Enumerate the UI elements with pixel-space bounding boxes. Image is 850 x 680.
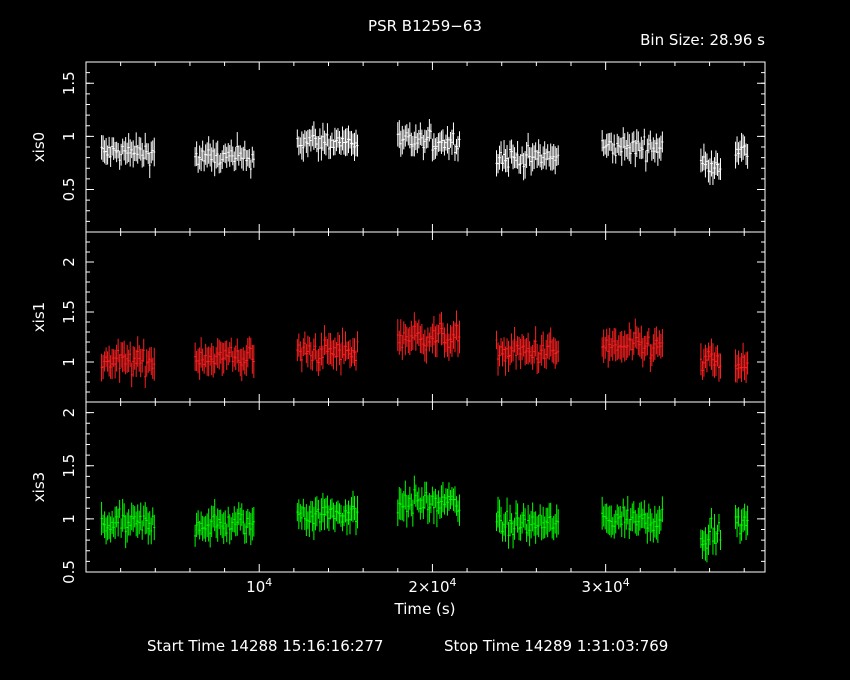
lightcurve-chart: PSR B1259−63 Bin Size: 28.96 s 0.5 1 1.5 xi…: [30, 17, 766, 655]
chart-title: PSR B1259−63: [368, 17, 482, 35]
y-tick-label: 1: [60, 132, 78, 142]
panels: 0.5 1 1.5 xis0 1 1.5 2 xis1 0.5 1 1.5 2 xis3: [30, 61, 766, 584]
panel-xis3: 0.5 1 1.5 2 xis3: [30, 401, 766, 584]
x-tick-labels: 104 2×104 3×104: [246, 576, 630, 596]
x-tick-label: 104: [246, 576, 272, 596]
stop-time: Stop Time 14289 1:31:03:769: [444, 637, 668, 655]
bin-size-label: Bin Size: 28.96 s: [640, 31, 765, 49]
y-axis-label: xis1: [30, 302, 48, 332]
y-axis-label: xis0: [30, 132, 48, 162]
series-xis3: [100, 475, 749, 563]
y-tick-label: 1: [60, 357, 78, 367]
panel-xis1: 1 1.5 2 xis1: [30, 231, 766, 403]
y-tick-label: 1.5: [60, 300, 78, 324]
series-xis1: [100, 310, 749, 388]
series-xis0: [100, 119, 749, 186]
panel-frame: [85, 61, 766, 233]
y-axis-label: xis3: [30, 472, 48, 502]
x-axis-label: Time (s): [394, 600, 456, 618]
y-tick-label: 2: [60, 408, 78, 418]
x-tick-label: 2×104: [408, 576, 456, 596]
panel-frame: [85, 231, 766, 403]
panel-frame: [85, 401, 766, 573]
y-tick-label: 1.5: [60, 71, 78, 95]
y-tick-label: 1: [60, 514, 78, 524]
panel-xis0: 0.5 1 1.5 xis0: [30, 61, 766, 233]
start-time: Start Time 14288 15:16:16:277: [147, 637, 383, 655]
y-tick-label: 2: [60, 257, 78, 267]
x-tick-label: 3×104: [582, 576, 630, 596]
y-tick-label: 0.5: [60, 178, 78, 202]
y-tick-label: 1.5: [60, 454, 78, 478]
y-tick-label: 0.5: [60, 560, 78, 584]
